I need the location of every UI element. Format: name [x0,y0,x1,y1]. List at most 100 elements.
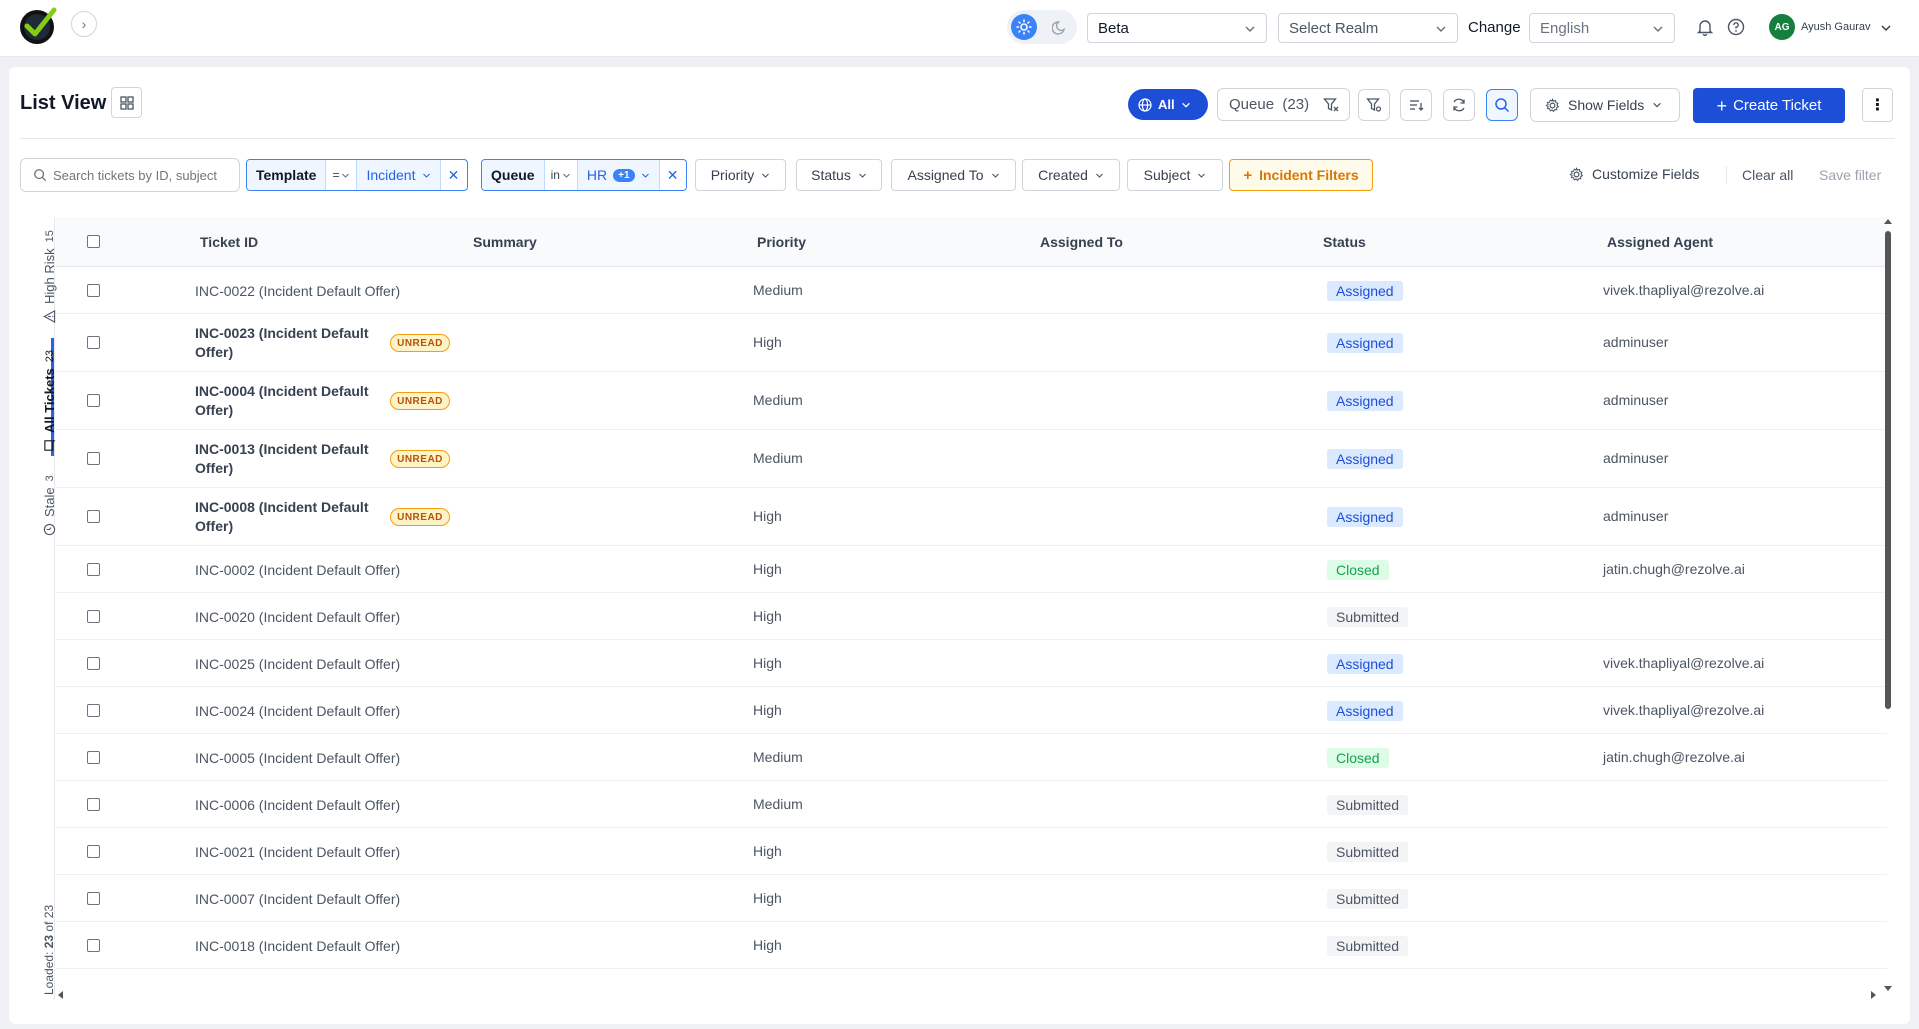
moon-icon[interactable] [1049,16,1071,38]
queue-filter-operator[interactable]: in [545,160,578,190]
ticket-id-link[interactable]: INC-0013 (Incident Default Offer) [195,440,385,478]
row-checkbox[interactable] [87,703,100,717]
subject-filter-button[interactable]: Subject [1127,159,1223,191]
row-checkbox[interactable] [87,394,100,407]
created-filter-button[interactable]: Created [1022,159,1120,191]
search-input[interactable] [53,167,233,183]
tab-all-tickets[interactable]: All Tickets 23 [18,338,57,456]
template-filter-value[interactable]: Incident [357,160,441,190]
user-name[interactable]: Ayush Gaurav [1801,21,1871,33]
sort-button[interactable] [1400,89,1432,121]
close-icon[interactable]: ✕ [660,160,686,190]
grid-view-button[interactable] [111,87,142,118]
ticket-id-link[interactable]: INC-0020 (Incident Default Offer) [195,608,400,627]
table-row[interactable]: INC-0008 (Incident Default Offer) UNREAD H… [56,488,1887,546]
ticket-id-link[interactable]: INC-0004 (Incident Default Offer) [195,382,385,420]
clear-all-button[interactable]: Clear all [1742,167,1793,183]
queue-filter-chip[interactable]: Queue in HR +1 ✕ [481,159,687,191]
table-row[interactable]: INC-0024 (Incident Default Offer) High Ass… [56,687,1887,734]
bell-icon[interactable] [1696,18,1714,36]
tab-stale[interactable]: Stale 3 [18,462,57,542]
save-filter-button[interactable]: Save filter [1819,167,1881,183]
row-checkbox[interactable] [87,336,100,349]
table-row[interactable]: INC-0018 (Incident Default Offer) High Sub… [56,922,1887,969]
table-row[interactable]: INC-0025 (Incident Default Offer) High Ass… [56,640,1887,687]
customize-fields-button[interactable]: Customize Fields [1569,166,1699,182]
advanced-filter-button[interactable] [1358,89,1390,121]
realm-select[interactable]: Select Realm [1278,13,1458,43]
ticket-id-link[interactable]: INC-0022 (Incident Default Offer) [195,282,400,301]
table-row[interactable]: INC-0023 (Incident Default Offer) UNREAD H… [56,314,1887,372]
table-row[interactable]: INC-0022 (Incident Default Offer) Medium A… [56,267,1887,314]
table-row[interactable]: INC-0004 (Incident Default Offer) UNREAD M… [56,372,1887,430]
ticket-search[interactable] [20,158,240,192]
column-priority[interactable]: Priority [757,234,806,250]
table-row[interactable]: INC-0020 (Incident Default Offer) High Sub… [56,593,1887,640]
tab-high-risk[interactable]: High Risk 15 [18,217,57,329]
expand-sidebar-button[interactable]: › [71,11,97,37]
row-checkbox[interactable] [87,562,100,576]
row-checkbox[interactable] [87,750,100,764]
more-options-button[interactable]: ⋮ [1862,88,1893,122]
language-select[interactable]: English [1529,13,1675,43]
close-icon[interactable]: ✕ [441,160,467,190]
row-checkbox[interactable] [87,656,100,670]
row-checkbox[interactable] [87,510,100,523]
ticket-id-link[interactable]: INC-0021 (Incident Default Offer) [195,843,400,862]
horizontal-scrollbar[interactable] [56,988,1882,1002]
ticket-id-link[interactable]: INC-0002 (Incident Default Offer) [195,561,400,580]
refresh-button[interactable] [1443,89,1475,121]
sun-icon[interactable] [1011,14,1037,40]
template-filter-chip[interactable]: Template = Incident ✕ [246,159,468,191]
create-ticket-button[interactable]: + Create Ticket [1693,88,1845,123]
table-row[interactable]: INC-0013 (Incident Default Offer) UNREAD M… [56,430,1887,488]
table-row[interactable]: INC-0002 (Incident Default Offer) High Clo… [56,546,1887,593]
template-filter-operator[interactable]: = [326,160,358,190]
row-checkbox[interactable] [87,797,100,811]
ticket-id-link[interactable]: INC-0018 (Incident Default Offer) [195,937,400,956]
column-status[interactable]: Status [1323,234,1366,250]
scroll-right-icon[interactable] [1870,990,1878,1000]
table-row[interactable]: INC-0021 (Incident Default Offer) High Sub… [56,828,1887,875]
scroll-up-icon[interactable] [1883,217,1893,225]
incident-filters-button[interactable]: + Incident Filters [1229,159,1373,191]
help-icon[interactable] [1727,18,1745,36]
ticket-id-link[interactable]: INC-0006 (Incident Default Offer) [195,796,400,815]
search-toggle-button[interactable] [1486,89,1518,121]
row-checkbox[interactable] [87,938,100,952]
vertical-scrollbar[interactable] [1883,217,1893,995]
environment-select[interactable]: Beta [1087,13,1267,43]
column-summary[interactable]: Summary [473,234,537,250]
table-row[interactable]: INC-0006 (Incident Default Offer) Medium S… [56,781,1887,828]
ticket-id-link[interactable]: INC-0024 (Incident Default Offer) [195,702,400,721]
scroll-thumb[interactable] [1885,231,1891,709]
row-checkbox[interactable] [87,283,100,297]
scroll-down-icon[interactable] [1883,985,1893,993]
theme-toggle[interactable] [1007,10,1077,44]
ticket-id-link[interactable]: INC-0025 (Incident Default Offer) [195,655,400,674]
app-logo-icon[interactable] [18,6,58,46]
column-assigned-to[interactable]: Assigned To [1040,234,1123,250]
queue-filter-button[interactable]: Queue (23) [1217,88,1350,121]
chevron-down-icon[interactable] [1880,22,1892,34]
ticket-id-link[interactable]: INC-0023 (Incident Default Offer) [195,324,385,362]
row-checkbox[interactable] [87,609,100,623]
ticket-id-link[interactable]: INC-0008 (Incident Default Offer) [195,498,385,536]
select-all-checkbox[interactable] [87,235,100,248]
show-fields-button[interactable]: Show Fields [1530,88,1680,122]
scope-all-button[interactable]: All [1128,89,1208,120]
column-ticket-id[interactable]: Ticket ID [200,234,258,250]
scroll-left-icon[interactable] [56,990,64,1000]
queue-filter-value[interactable]: HR +1 [577,160,660,190]
priority-filter-button[interactable]: Priority [695,159,786,191]
table-row[interactable]: INC-0005 (Incident Default Offer) Medium C… [56,734,1887,781]
ticket-id-link[interactable]: INC-0007 (Incident Default Offer) [195,890,400,909]
status-filter-button[interactable]: Status [796,159,882,191]
avatar[interactable]: AG [1769,14,1795,40]
ticket-id-link[interactable]: INC-0005 (Incident Default Offer) [195,749,400,768]
row-checkbox[interactable] [87,452,100,465]
assigned-to-filter-button[interactable]: Assigned To [891,159,1016,191]
column-assigned-agent[interactable]: Assigned Agent [1607,234,1713,250]
table-row[interactable]: INC-0007 (Incident Default Offer) High Sub… [56,875,1887,922]
row-checkbox[interactable] [87,844,100,858]
